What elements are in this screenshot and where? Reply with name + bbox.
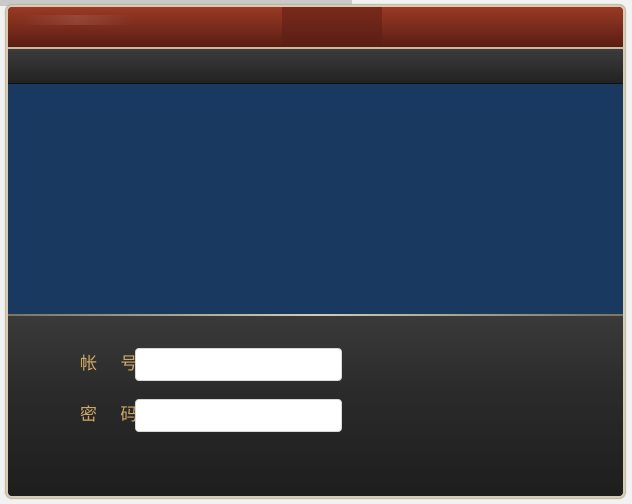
account-label: 帐 号 [80,354,147,374]
title-bar-center-panel [282,7,382,47]
password-row: 密 码 [8,398,623,432]
account-row: 帐 号 [8,347,623,381]
password-input[interactable] [135,399,342,432]
account-input[interactable] [135,348,342,381]
password-label: 密 码 [80,405,147,425]
toolbar [8,49,623,84]
title-bar-highlight [22,15,132,25]
login-window: 帐 号 密 码 [6,5,625,498]
banner-panel [8,84,623,314]
login-form: 帐 号 密 码 [8,316,623,496]
title-bar[interactable] [8,7,623,47]
